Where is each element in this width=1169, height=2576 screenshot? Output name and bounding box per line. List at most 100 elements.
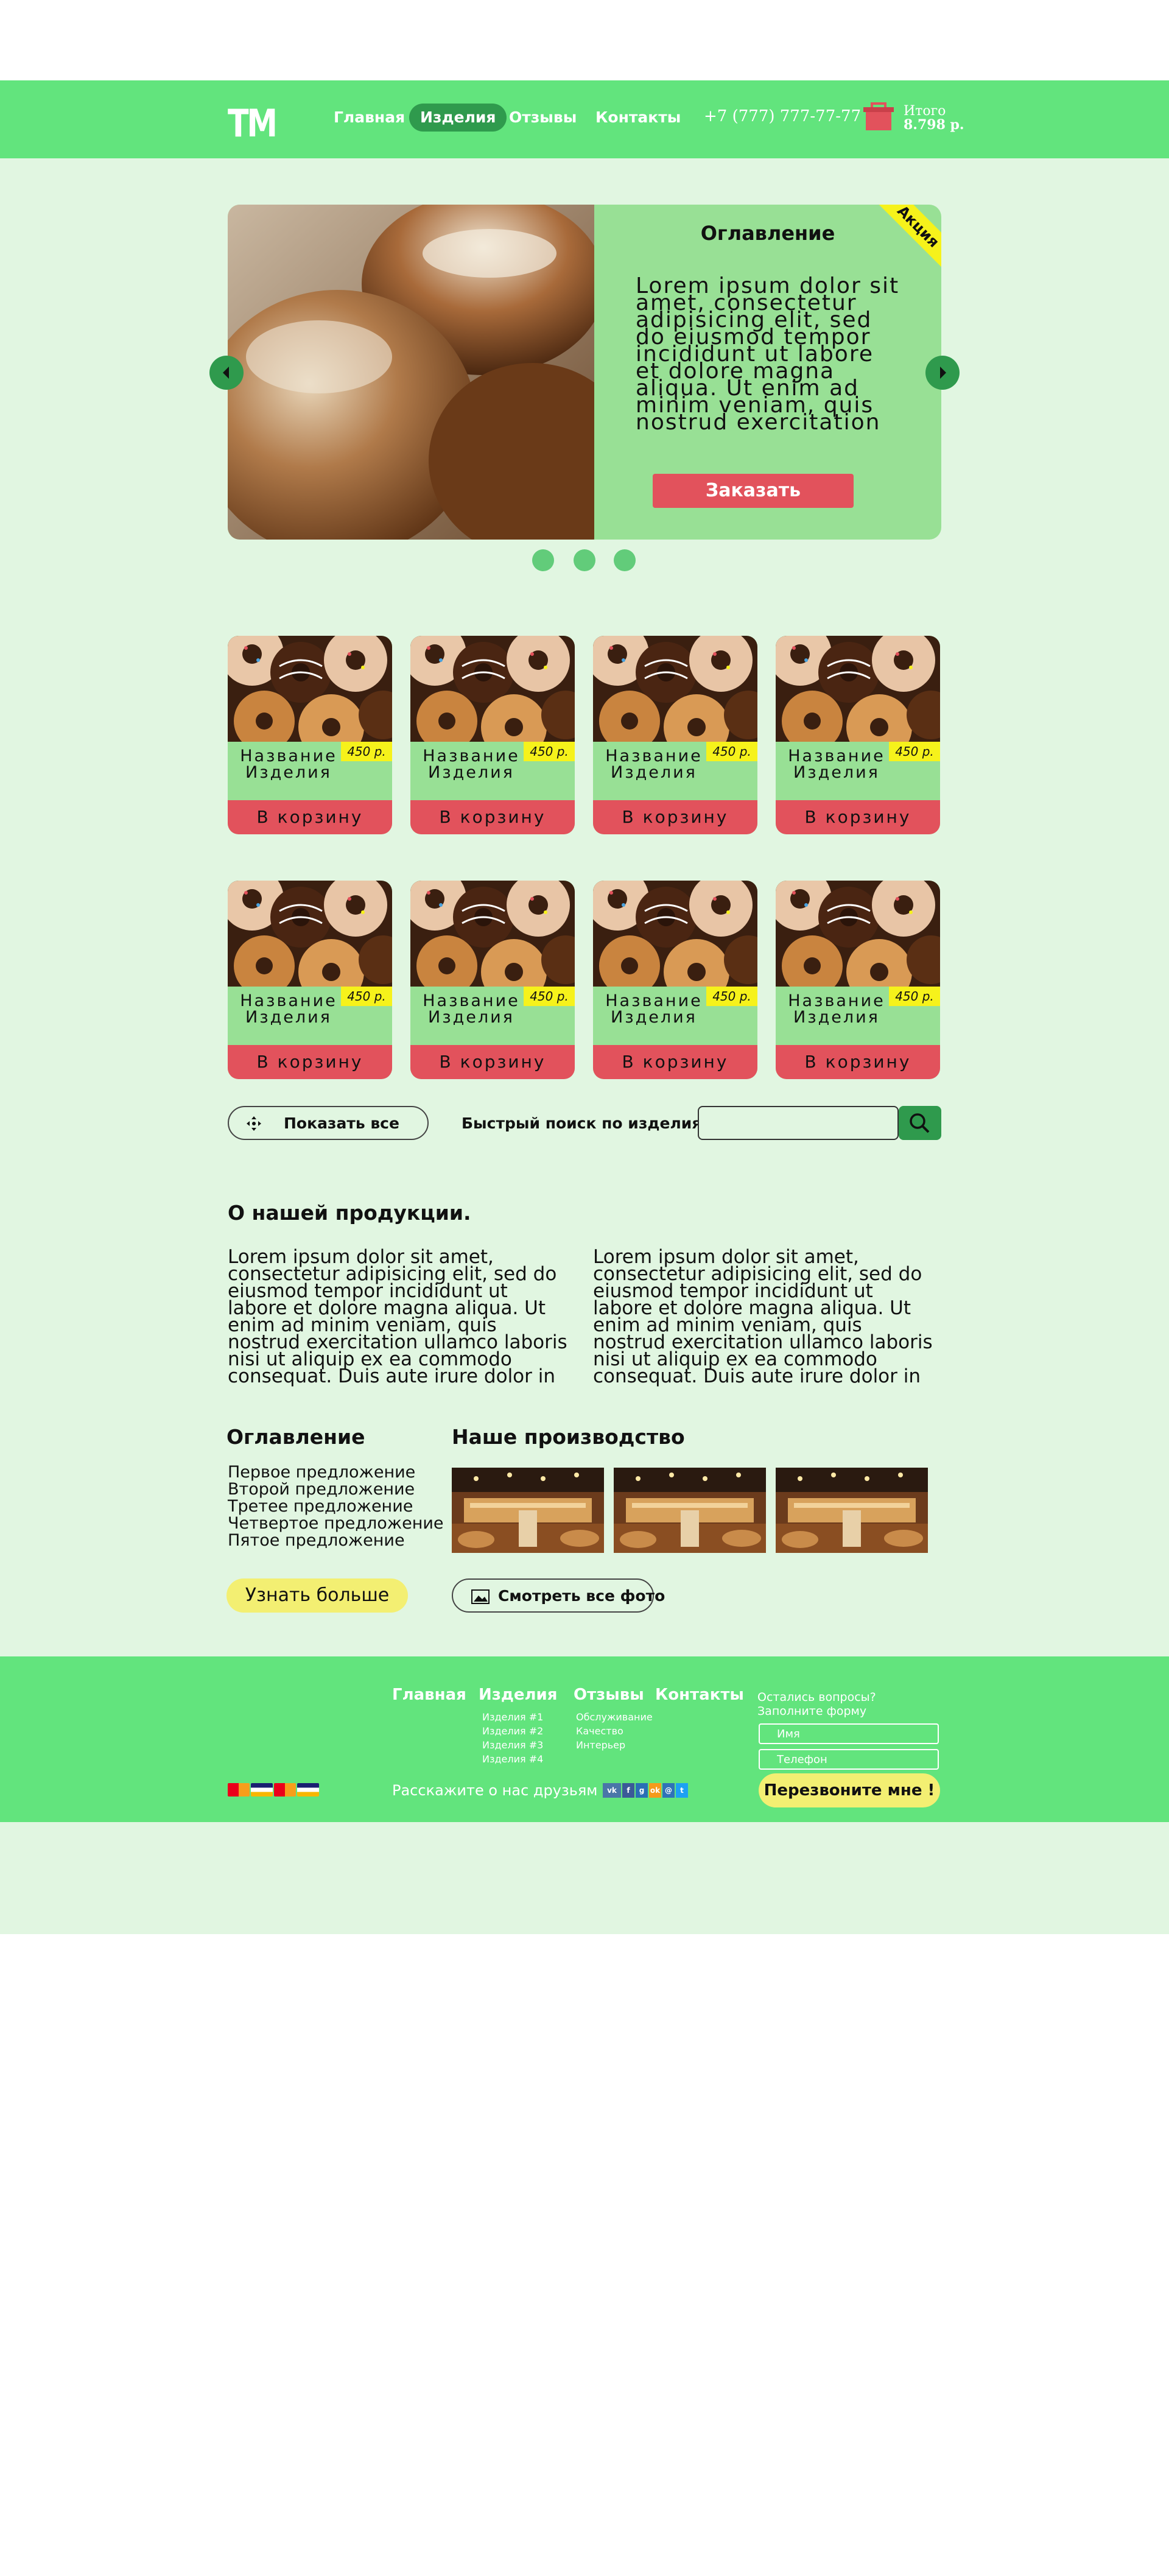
product-card[interactable]: 450 р. Название Изделия В корзину: [776, 636, 940, 834]
footer-products-submenu: Изделия #1 Изделия #2 Изделия #3 Изделия…: [482, 1710, 543, 1766]
mailru-icon[interactable]: @: [662, 1783, 675, 1798]
add-to-cart-button[interactable]: В корзину: [228, 800, 392, 834]
footer-sub-item[interactable]: Изделия #4: [482, 1752, 543, 1766]
about-text-left: Lorem ipsum dolor sit amet, consectetur …: [228, 1246, 567, 1387]
questions-line: Заполните форму: [757, 1705, 867, 1718]
phone-number: +7 (777) 777-77-77: [704, 107, 862, 125]
toc-item[interactable]: Третее предложение: [228, 1498, 444, 1515]
toc-item[interactable]: Второй предложение: [228, 1481, 444, 1498]
slider-prev-button[interactable]: [209, 356, 244, 390]
product-card[interactable]: 450 р. Название Изделия В корзину: [593, 636, 757, 834]
footer-sub-item[interactable]: Изделия #3: [482, 1738, 543, 1752]
donuts-photo: [776, 636, 940, 742]
donuts-photo: [593, 636, 757, 742]
vk-icon[interactable]: vk: [603, 1783, 621, 1798]
visa-icon: [297, 1783, 319, 1797]
footer-sub-item[interactable]: Изделия #1: [482, 1710, 543, 1724]
donuts-photo: [593, 881, 757, 987]
product-name: Название Изделия: [788, 747, 885, 782]
toc-item[interactable]: Первое предложение: [228, 1464, 444, 1481]
product-name: Название Изделия: [605, 991, 703, 1027]
site-logo[interactable]: TM: [228, 101, 278, 146]
product-name: Название Изделия: [423, 991, 520, 1027]
phone-field[interactable]: [759, 1749, 939, 1770]
show-all-button[interactable]: Показать все: [228, 1106, 429, 1140]
add-to-cart-button[interactable]: В корзину: [593, 800, 757, 834]
bread-photo: [228, 205, 594, 540]
social-links: vk f g ok @ t: [603, 1783, 689, 1798]
search-input[interactable]: [698, 1106, 899, 1140]
footer-nav-reviews[interactable]: Отзывы: [574, 1686, 644, 1704]
order-button[interactable]: Заказать: [653, 474, 854, 508]
about-text-right: Lorem ipsum dolor sit amet, consectetur …: [593, 1246, 933, 1387]
slide-title: Оглавление: [700, 222, 835, 245]
chevron-right-icon: [940, 367, 946, 379]
toc-title: Оглавление: [226, 1425, 365, 1449]
footer-sub-item[interactable]: Изделия #2: [482, 1724, 543, 1738]
toc-item[interactable]: Пятое предложение: [228, 1532, 444, 1549]
product-name: Название Изделия: [240, 747, 337, 782]
donuts-photo: [776, 881, 940, 987]
questions-line: Остались вопросы?: [757, 1691, 876, 1704]
search-icon: [910, 1113, 930, 1133]
footer-nav-contacts[interactable]: Контакты: [655, 1686, 744, 1704]
callback-button[interactable]: Перезвоните мне !: [759, 1773, 940, 1807]
slider-next-button[interactable]: [925, 356, 960, 390]
add-to-cart-button[interactable]: В корзину: [593, 1045, 757, 1079]
donuts-photo: [228, 636, 392, 742]
slider-dot[interactable]: [574, 549, 595, 571]
bakery-interior-photo[interactable]: [614, 1468, 766, 1553]
bakery-interior-photo[interactable]: [452, 1468, 604, 1553]
slider-dot[interactable]: [532, 549, 554, 571]
product-card[interactable]: 450 р. Название Изделия В корзину: [593, 881, 757, 1079]
donuts-photo: [228, 881, 392, 987]
product-name: Название Изделия: [605, 747, 703, 782]
footer-sub-item[interactable]: Обслуживание: [576, 1710, 653, 1724]
add-to-cart-button[interactable]: В корзину: [410, 1045, 575, 1079]
product-card[interactable]: 450 р. Название Изделия В корзину: [410, 881, 575, 1079]
questions-text: Остались вопросы? Заполните форму: [757, 1691, 876, 1719]
toc-item[interactable]: Четвертое предложение: [228, 1515, 444, 1532]
nav-products[interactable]: Изделия: [409, 104, 507, 132]
footer-sub-item[interactable]: Качество: [576, 1724, 653, 1738]
slider-dot[interactable]: [614, 549, 636, 571]
product-name: Название Изделия: [423, 747, 520, 782]
footer-nav-home[interactable]: Главная: [392, 1686, 466, 1704]
odnoklassniki-icon[interactable]: ok: [649, 1783, 661, 1798]
payment-methods: [228, 1783, 320, 1798]
learn-more-button[interactable]: Узнать больше: [226, 1578, 408, 1613]
cart-total-value: 8.798 р.: [904, 117, 964, 133]
add-to-cart-button[interactable]: В корзину: [776, 800, 940, 834]
twitter-icon[interactable]: t: [676, 1783, 688, 1798]
nav-reviews[interactable]: Отзывы: [498, 104, 588, 132]
bakery-interior-photo[interactable]: [776, 1468, 928, 1553]
nav-contacts[interactable]: Контакты: [584, 104, 692, 132]
view-all-photos-label: Смотреть все фото: [498, 1587, 665, 1605]
search-button[interactable]: [899, 1106, 941, 1140]
add-to-cart-button[interactable]: В корзину: [776, 1045, 940, 1079]
footer-sub-item[interactable]: Интерьер: [576, 1738, 653, 1752]
search-label: Быстрый поиск по изделиям: [462, 1114, 714, 1132]
product-card[interactable]: 450 р. Название Изделия В корзину: [228, 636, 392, 834]
promo-slider: Оглавление Lorem ipsum dolor sit amet, c…: [228, 205, 941, 540]
move-icon: [247, 1116, 261, 1131]
show-all-label: Показать все: [284, 1114, 399, 1132]
mastercard-icon: [274, 1783, 296, 1797]
facebook-icon[interactable]: f: [622, 1783, 634, 1798]
about-title: О нашей продукции.: [228, 1201, 471, 1225]
slide-text: Lorem ipsum dolor sit amet, consectetur …: [636, 273, 900, 435]
name-field[interactable]: [759, 1723, 939, 1744]
cart-icon[interactable]: [863, 99, 894, 133]
add-to-cart-button[interactable]: В корзину: [228, 1045, 392, 1079]
mastercard-icon: [228, 1783, 250, 1797]
product-card[interactable]: 450 р. Название Изделия В корзину: [410, 636, 575, 834]
add-to-cart-button[interactable]: В корзину: [410, 800, 575, 834]
visa-icon: [251, 1783, 273, 1797]
product-card[interactable]: 450 р. Название Изделия В корзину: [776, 881, 940, 1079]
footer-nav-products[interactable]: Изделия: [479, 1686, 557, 1704]
product-card[interactable]: 450 р. Название Изделия В корзину: [228, 881, 392, 1079]
view-all-photos-button[interactable]: Смотреть все фото: [452, 1578, 665, 1613]
product-name: Название Изделия: [788, 991, 885, 1027]
nav-home[interactable]: Главная: [323, 104, 416, 132]
google-icon[interactable]: g: [636, 1783, 648, 1798]
